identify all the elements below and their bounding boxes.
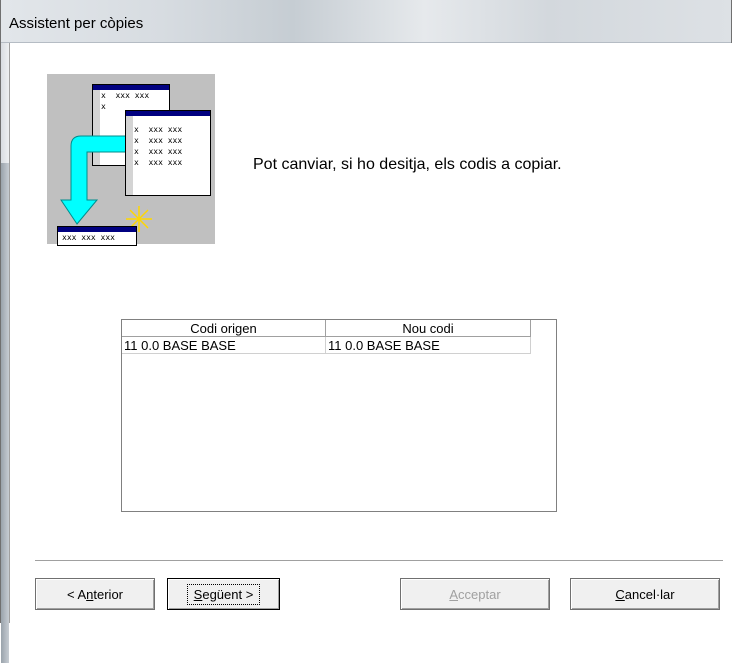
copied-sheet-row: x xxx xxx [134,158,183,167]
copied-sheet-icon: x xxx xxx x xxx xxx x xxx xxx x xxx xxx [125,110,211,196]
title-bar[interactable]: Assistent per còpies [1,0,731,43]
wizard-illustration: x xxx xxx x x xxx xxx x xxx xxx x xxx xxx x … [47,74,215,246]
column-header-source-code[interactable]: Codi origen [122,320,326,337]
list-header: Codi origen Nou codi [122,320,531,337]
source-code-cell: 11 0.0 BASE BASE [122,337,326,354]
wizard-content: x xxx xxx x x xxx xxx x xxx xxx x xxx xxx x … [9,43,732,623]
next-button[interactable]: Següent > [167,578,280,610]
copied-sheet-row: x xxx xxx [134,147,183,156]
wizard-window: Assistent per còpies x xxx xxx x x xxx x… [0,0,732,663]
codes-list-view[interactable]: Codi origen Nou codi 11 0.0 BASE BASE 11… [121,319,557,512]
accept-button[interactable]: Acceptar [400,578,550,610]
wizard-prompt-text: Pot canviar, si ho desitja, els codis a … [253,156,562,173]
new-code-cell[interactable]: 11 0.0 BASE BASE [326,337,531,354]
button-separator [35,560,723,562]
back-button[interactable]: < An terior [35,578,155,610]
copied-sheet-row: x xxx xxx [134,125,183,134]
copied-sheet-row: x xxx xxx [134,136,183,145]
cancel-button[interactable]: Cancel·lar [570,578,720,610]
column-header-new-code[interactable]: Nou codi [326,320,531,337]
target-sheet-icon: xxx xxx xxx [57,226,137,246]
table-row[interactable]: 11 0.0 BASE BASE 11 0.0 BASE BASE [122,337,531,354]
window-title: Assistent per còpies [9,15,144,32]
focus-rect: Següent > [186,583,261,605]
left-edge-scrollbar[interactable] [1,43,9,663]
scrollbar-thumb[interactable] [1,163,9,663]
